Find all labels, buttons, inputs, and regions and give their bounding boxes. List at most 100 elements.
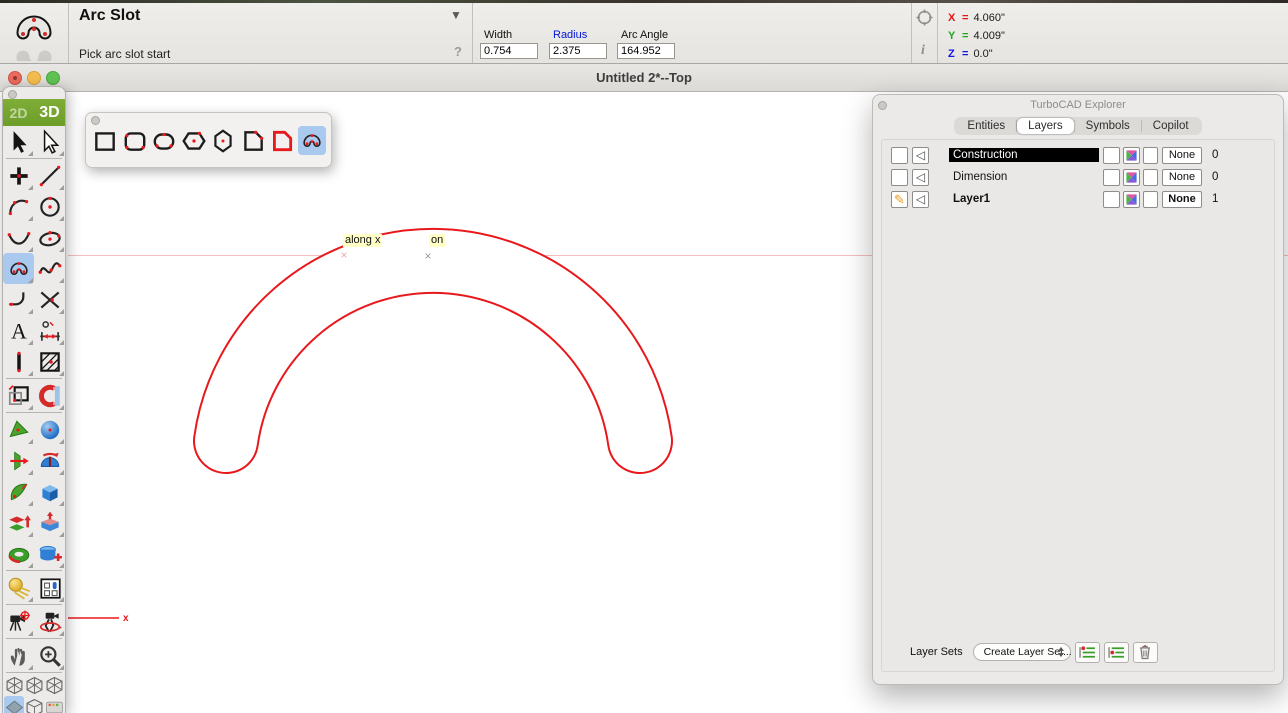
polygon-tool[interactable]: [209, 126, 238, 155]
extrude-tool[interactable]: [3, 445, 34, 476]
target-crosshair-icon[interactable]: [916, 9, 933, 31]
hatch-tool[interactable]: [34, 346, 65, 377]
tab-3d[interactable]: 3D: [34, 104, 65, 122]
layer-visibility-toggle[interactable]: ◁: [912, 147, 929, 164]
explorer-titlebar[interactable]: TurboCAD Explorer: [873, 95, 1283, 115]
rounded-rectangle-tool[interactable]: [121, 126, 150, 155]
ellipse-tool[interactable]: [34, 222, 65, 253]
hexagon-tool[interactable]: [180, 126, 209, 155]
explorer-close-button[interactable]: [878, 101, 887, 110]
iso-view-3-button[interactable]: [44, 674, 64, 696]
layer-row-layer1[interactable]: ✎ ◁ Layer1 None 1: [882, 188, 1274, 210]
stadium-tool[interactable]: [150, 126, 179, 155]
chamfer-polygon-red-tool[interactable]: [268, 126, 297, 155]
layer-lock-checkbox[interactable]: [1103, 169, 1120, 186]
box-tool[interactable]: [34, 476, 65, 507]
arc-slot-shape-tool[interactable]: [298, 126, 327, 155]
create-layer-set-button[interactable]: [1075, 642, 1100, 663]
layer-style-checkbox[interactable]: [1143, 169, 1158, 186]
mini-palette-button[interactable]: [44, 696, 64, 713]
layer-row-construction[interactable]: ◁ Construction None 0: [882, 144, 1274, 166]
intersect-tool[interactable]: [34, 284, 65, 315]
layer-edit-checkbox[interactable]: [891, 147, 908, 164]
tab-entities[interactable]: Entities: [956, 118, 1016, 134]
corner-tool[interactable]: [3, 284, 34, 315]
chamfer-polygon-tool[interactable]: [239, 126, 268, 155]
layer-edit-checkbox[interactable]: [891, 169, 908, 186]
layer-render-style-button[interactable]: None: [1162, 191, 1202, 208]
layer-visibility-toggle[interactable]: ◁: [912, 169, 929, 186]
layer-row-dimension[interactable]: ◁ Dimension None 0: [882, 166, 1274, 188]
palette-titlebar[interactable]: [3, 87, 65, 99]
arc-slot-tool[interactable]: [3, 253, 34, 284]
pan-tool[interactable]: [3, 640, 34, 671]
arc-tool[interactable]: [3, 191, 34, 222]
zoom-window-button[interactable]: [46, 71, 60, 85]
slab-tool[interactable]: [34, 507, 65, 538]
layer-color-swatch[interactable]: [1123, 191, 1140, 208]
open-select-tool[interactable]: [34, 126, 65, 157]
radius-input[interactable]: [549, 43, 607, 59]
point-tool[interactable]: [3, 160, 34, 191]
arc-angle-input[interactable]: [617, 43, 675, 59]
collapse-arrow-icon[interactable]: ▼: [450, 8, 462, 22]
tab-copilot[interactable]: Copilot: [1142, 118, 1200, 134]
tab-symbols[interactable]: Symbols: [1075, 118, 1141, 134]
tab-layers[interactable]: Layers: [1017, 118, 1074, 134]
width-input[interactable]: [480, 43, 538, 59]
segment-tool[interactable]: [3, 346, 34, 377]
layer-color-swatch[interactable]: [1123, 147, 1140, 164]
rectangle-tool[interactable]: [91, 126, 120, 155]
line-tool[interactable]: [34, 160, 65, 191]
iso-view-1-button[interactable]: [4, 674, 24, 696]
toolbar-divider: [472, 3, 473, 63]
palette-close-button[interactable]: [8, 90, 17, 99]
info-button[interactable]: i: [921, 43, 925, 59]
render-options-tool[interactable]: [34, 572, 65, 603]
layer-lock-checkbox[interactable]: [1103, 191, 1120, 208]
shapes-palette-close-button[interactable]: [91, 116, 100, 125]
walkthrough-tool[interactable]: [34, 606, 65, 637]
sphere-tool[interactable]: [34, 414, 65, 445]
layer-style-checkbox[interactable]: [1143, 191, 1158, 208]
layer-name[interactable]: Layer1: [949, 192, 1099, 206]
curve-tool[interactable]: [3, 222, 34, 253]
layer-visibility-toggle[interactable]: ◁: [912, 191, 929, 208]
facet-tool[interactable]: [3, 414, 34, 445]
layer-style-checkbox[interactable]: [1143, 147, 1158, 164]
zoom-tool[interactable]: [34, 640, 65, 671]
circle-tool[interactable]: [34, 191, 65, 222]
layer-name[interactable]: Construction: [949, 148, 1099, 162]
layer-render-style-button[interactable]: None: [1162, 147, 1202, 164]
offset-tool[interactable]: [3, 380, 34, 411]
cylinder-add-tool[interactable]: [34, 538, 65, 569]
close-window-button[interactable]: [8, 71, 22, 85]
layer-render-style-button[interactable]: None: [1162, 169, 1202, 186]
text-tool[interactable]: A: [3, 315, 34, 346]
cube-view-button[interactable]: [24, 696, 44, 713]
layer-edit-checkbox[interactable]: ✎: [891, 191, 908, 208]
tab-2d[interactable]: 2D: [3, 105, 34, 121]
light-tool[interactable]: [3, 572, 34, 603]
mirror-tool[interactable]: [34, 380, 65, 411]
camera-tool[interactable]: [3, 606, 34, 637]
dimension-tool[interactable]: [34, 315, 65, 346]
delete-layer-button[interactable]: [1133, 642, 1158, 663]
freehand-tool[interactable]: [34, 253, 65, 284]
help-button[interactable]: ?: [454, 44, 462, 59]
layer-lock-checkbox[interactable]: [1103, 147, 1120, 164]
minimize-window-button[interactable]: [27, 71, 41, 85]
shapes-palette-titlebar[interactable]: [86, 113, 331, 125]
layer-sets-dropdown[interactable]: Create Layer Set...: [973, 643, 1071, 661]
revolve-tool[interactable]: [34, 445, 65, 476]
sweep-tool[interactable]: [3, 476, 34, 507]
torus-tool[interactable]: [3, 538, 34, 569]
select-tool[interactable]: [3, 126, 34, 157]
layer-name[interactable]: Dimension: [949, 170, 1099, 184]
document-titlebar[interactable]: Untitled 2*--Top: [0, 64, 1288, 92]
stack-tool[interactable]: [3, 507, 34, 538]
plane-view-button[interactable]: [4, 696, 24, 713]
iso-view-2-button[interactable]: [24, 674, 44, 696]
add-to-layer-set-button[interactable]: [1104, 642, 1129, 663]
layer-color-swatch[interactable]: [1123, 169, 1140, 186]
